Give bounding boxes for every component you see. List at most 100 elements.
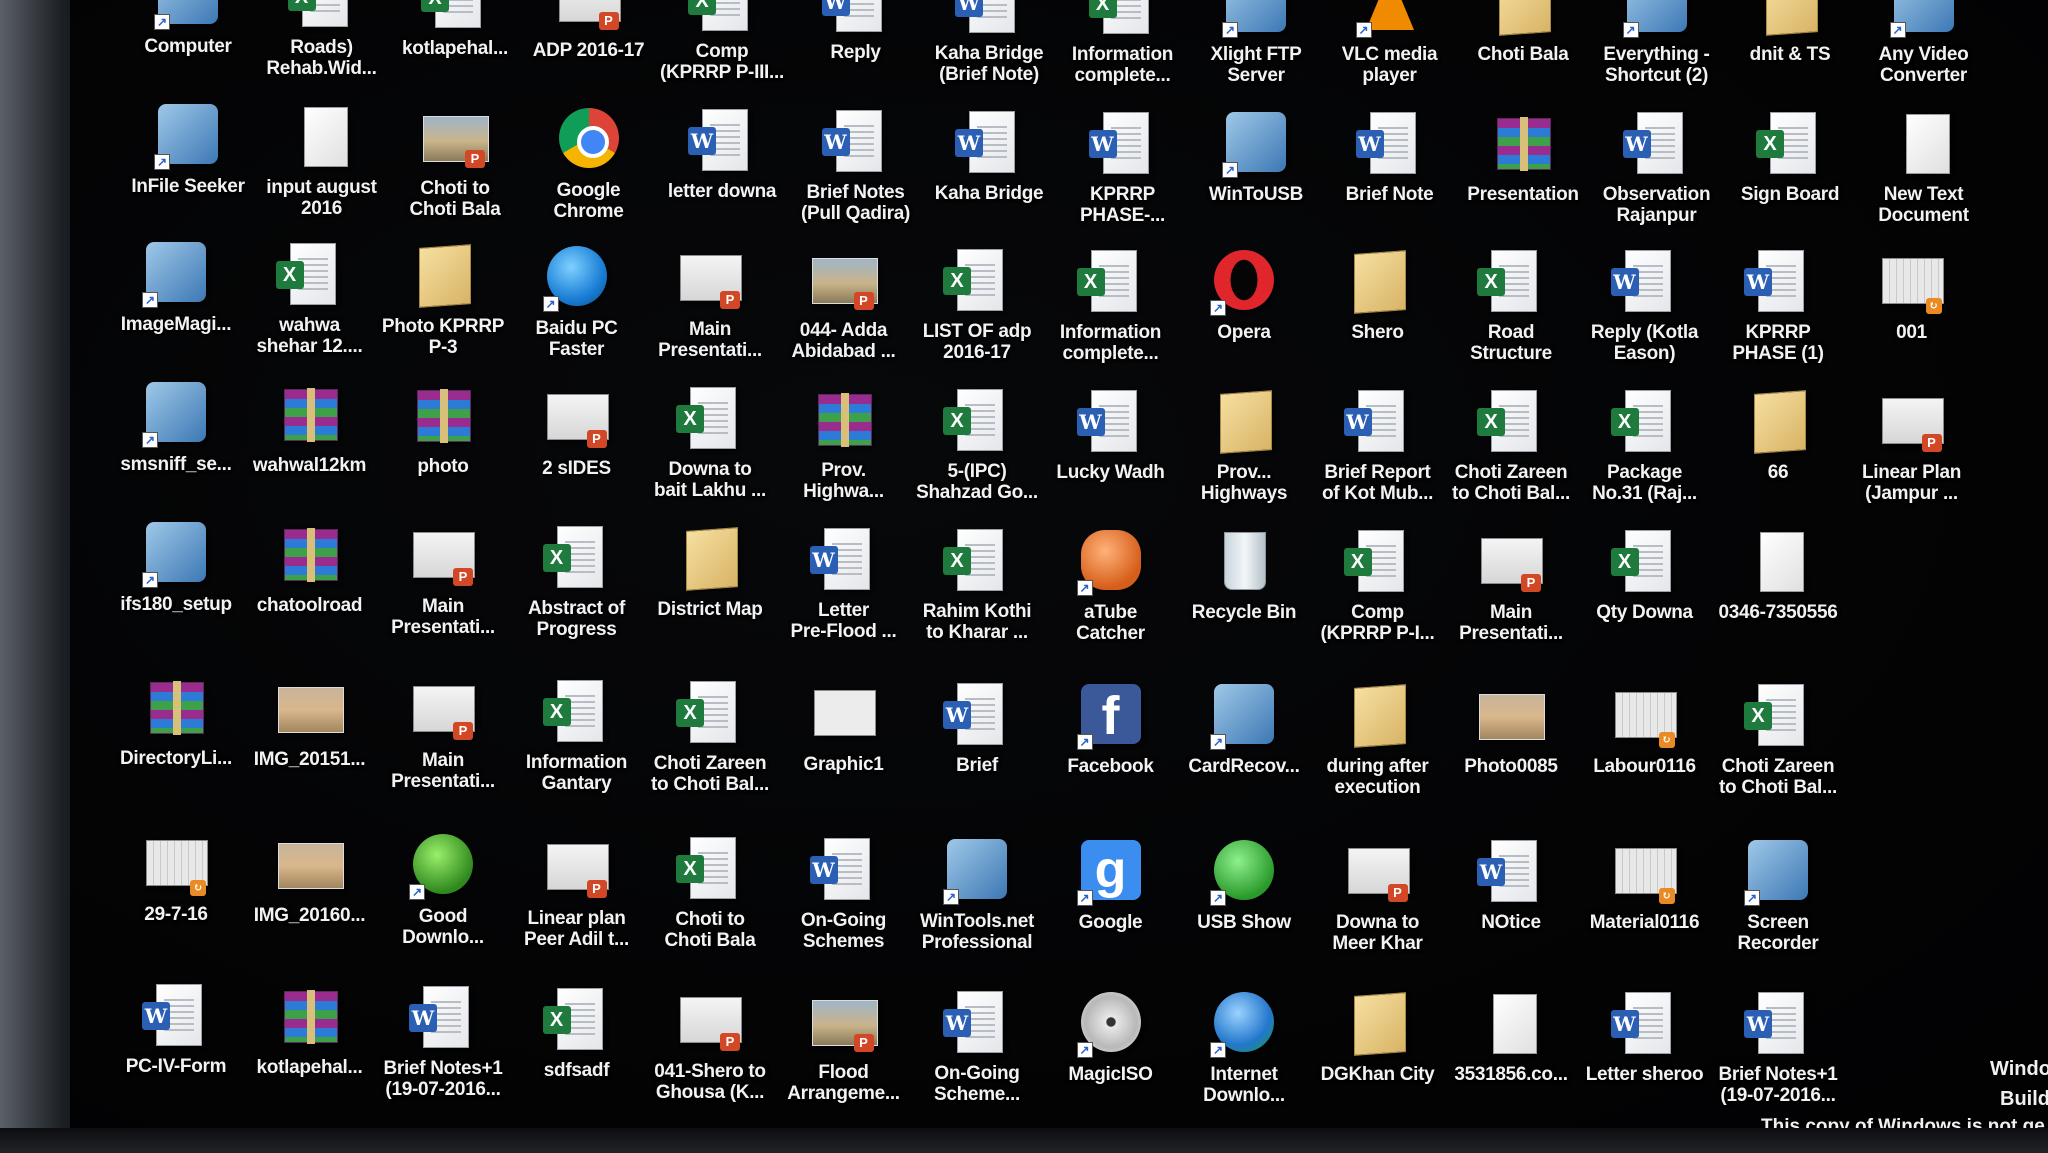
desktop-icon[interactable]: X Information complete...	[1057, 0, 1189, 98]
desktop-icon[interactable]: W Brief Notes+1 (19-07-2016...	[377, 982, 509, 1112]
desktop-icon[interactable]: ↗ WinToUSB	[1190, 108, 1322, 238]
desktop-icon[interactable]: X Choti Zareen to Choti Bal...	[1712, 680, 1844, 810]
desktop-icon[interactable]: ↗ USB Show	[1178, 836, 1310, 966]
desktop-icon[interactable]: X Information complete...	[1045, 246, 1177, 376]
desktop-icon[interactable]: ↗ ImageMagi...	[110, 238, 242, 368]
desktop-icon[interactable]: W On-Going Schemes	[778, 834, 910, 964]
desktop-icon[interactable]: during after execution	[1312, 680, 1444, 810]
desktop-icon[interactable]: W Lucky Wadh	[1045, 386, 1177, 516]
desktop-icon[interactable]: ↗ Screen Recorder	[1712, 836, 1844, 966]
desktop-icon[interactable]: Presentation	[1457, 108, 1589, 238]
desktop-icon[interactable]: ↗ Good Downlo...	[377, 830, 509, 960]
desktop-icon[interactable]: X Comp (KPRRP P-I...	[1312, 526, 1444, 656]
desktop-icon[interactable]: X Package No.31 (Raj...	[1579, 386, 1711, 516]
desktop-icon[interactable]: ↻ 29-7-16	[110, 828, 242, 958]
desktop-icon[interactable]: ↗ Any Video Converter	[1858, 0, 1990, 98]
desktop-icon[interactable]: X Comp (KPRRP P-III...	[656, 0, 788, 95]
desktop-icon[interactable]: g ↗ Google	[1045, 836, 1177, 966]
desktop-icon[interactable]: P 2 sIDES	[511, 382, 643, 512]
desktop-icon[interactable]: Xwahwa shehar 12....	[244, 239, 376, 369]
desktop-icon[interactable]: W Letter Pre-Flood ...	[778, 524, 910, 654]
desktop-icon[interactable]: X Qty Downa	[1579, 526, 1711, 656]
desktop-icon[interactable]: f ↗ Facebook	[1045, 680, 1177, 810]
desktop-icon[interactable]: Xkotlapehal...	[389, 0, 521, 92]
desktop-icon[interactable]: Xsdfsadf	[511, 984, 643, 1114]
desktop-icon[interactable]: X Choti Zareen to Choti Bal...	[1445, 386, 1577, 516]
desktop-icon[interactable]: IMG_20151...	[244, 673, 376, 803]
windows-desktop[interactable]: Windo Build This copy of Windows is not …	[70, 0, 2048, 1140]
desktop-icon[interactable]: 66	[1712, 386, 1844, 516]
desktop-icon[interactable]: P ADP 2016-17	[523, 0, 655, 94]
desktop-icon[interactable]: District Map	[644, 523, 776, 653]
desktop-icon[interactable]: P Downa to Meer Khar	[1312, 836, 1444, 966]
desktop-icon[interactable]: W Brief Notes (Pull Qadira)	[790, 106, 922, 236]
desktop-icon[interactable]: ↗ Computer	[122, 0, 254, 90]
desktop-icon[interactable]: New Text Document	[1858, 108, 1990, 238]
desktop-icon[interactable]: ↗ aTube Catcher	[1045, 526, 1177, 656]
desktop-icon[interactable]: dnit & TS	[1724, 0, 1856, 98]
desktop-icon[interactable]: wahwal12km	[244, 379, 376, 509]
desktop-icon[interactable]: W Reply	[790, 0, 922, 96]
desktop-icon[interactable]: ↗ ifs180_setup	[110, 518, 242, 648]
desktop-icon[interactable]: P Main Presentati...	[1445, 526, 1577, 656]
desktop-icon[interactable]: Photo KPRRP P-3	[377, 240, 509, 370]
desktop-icon[interactable]: Prov. Highwa...	[778, 384, 910, 514]
desktop-icon[interactable]: W NOtice	[1445, 836, 1577, 966]
desktop-icon[interactable]: Graphic1	[778, 678, 910, 808]
desktop-icon[interactable]: ↗ VLC media player	[1324, 0, 1456, 98]
desktop-icon[interactable]: P Main Presentati...	[644, 243, 776, 373]
desktop-icon[interactable]: W Kaha Bridge (Brief Note)	[923, 0, 1055, 97]
desktop-icon[interactable]: X Sign Board	[1724, 108, 1856, 238]
desktop-icon[interactable]: P Linear plan Peer Adil t...	[511, 832, 643, 962]
desktop-icon[interactable]: W PC-IV-Form	[110, 980, 242, 1110]
desktop-icon[interactable]: P Linear Plan (Jampur ...	[1846, 386, 1978, 516]
desktop-icon[interactable]: kotlapehal...	[244, 981, 376, 1111]
desktop-icon[interactable]: DGKhan City	[1312, 988, 1444, 1118]
desktop-icon[interactable]: ↗ Xlight FTP Server	[1190, 0, 1322, 98]
desktop-icon[interactable]: X 5-(IPC) Shahzad Go...	[911, 385, 1043, 515]
desktop-icon[interactable]: ↗ Opera	[1178, 246, 1310, 376]
desktop-icon[interactable]: 0346-7350556	[1712, 526, 1844, 656]
desktop-icon[interactable]: P Main Presentati...	[377, 674, 509, 804]
desktop-icon[interactable]: P 041-Shero to Ghousa (K...	[644, 985, 776, 1115]
desktop-icon[interactable]: W Brief Note	[1324, 108, 1456, 238]
desktop-icon[interactable]: W Brief Notes+1 (19-07-2016...	[1712, 988, 1844, 1118]
desktop-icon[interactable]: W Observation Rajanpur	[1591, 108, 1723, 238]
desktop-icon[interactable]: X Choti to Choti Bala	[644, 833, 776, 963]
desktop-icon[interactable]: X Abstract of Progress	[511, 522, 643, 652]
desktop-icon[interactable]: ↗ Everything - Shortcut (2)	[1591, 0, 1723, 98]
desktop-icon[interactable]: W Letter sheroo	[1579, 988, 1711, 1118]
desktop-icon[interactable]: Choti Bala	[1457, 0, 1589, 98]
desktop-icon[interactable]: ↗ InFile Seeker	[122, 100, 254, 230]
desktop-icon[interactable]: X Choti Zareen to Choti Bal...	[644, 677, 776, 807]
desktop-icon[interactable]: ↗ Internet Downlo...	[1178, 988, 1310, 1118]
desktop-icon[interactable]: Prov... Highways	[1178, 386, 1310, 516]
desktop-icon[interactable]: X Rahim Kothi to Kharar ...	[911, 525, 1043, 655]
desktop-icon[interactable]: W On-Going Scheme...	[911, 987, 1043, 1117]
desktop-icon[interactable]: W KPRRP PHASE (1)	[1712, 246, 1844, 376]
desktop-icon[interactable]: ↗ MagicISO	[1045, 988, 1177, 1118]
desktop-icon[interactable]: Google Chrome	[523, 104, 655, 234]
desktop-icon[interactable]: W Brief	[911, 679, 1043, 809]
desktop-icon[interactable]: Photo0085	[1445, 680, 1577, 810]
desktop-icon[interactable]: W Kaha Bridge	[923, 107, 1055, 237]
desktop-icon[interactable]: X Road Structure	[1445, 246, 1577, 376]
desktop-icon[interactable]: IMG_20160...	[244, 829, 376, 959]
desktop-icon[interactable]: ↻ Material0116	[1579, 836, 1711, 966]
desktop-icon[interactable]: ↗ smsniff_se...	[110, 378, 242, 508]
desktop-icon[interactable]: photo	[377, 380, 509, 510]
desktop-icon[interactable]: 3531856.co...	[1445, 988, 1577, 1118]
desktop-icon[interactable]: X Roads) Rehab.Wid...	[256, 0, 388, 91]
desktop-icon[interactable]: ↗ Baidu PC Faster	[511, 242, 643, 372]
desktop-icon[interactable]: P Main Presentati...	[377, 520, 509, 650]
desktop-icon[interactable]: DirectoryLi...	[110, 672, 242, 802]
desktop-icon[interactable]: P Flood Arrangeme...	[778, 986, 910, 1116]
desktop-icon[interactable]: ↗ WinTools.net Professional	[911, 835, 1043, 965]
desktop-icon[interactable]: chatoolroad	[244, 519, 376, 649]
desktop-icon[interactable]: X LIST OF adp 2016-17	[911, 245, 1043, 375]
desktop-icon[interactable]: Shero	[1312, 246, 1444, 376]
desktop-icon[interactable]: W Brief Report of Kot Mub...	[1312, 386, 1444, 516]
desktop-icon[interactable]: ↻ Labour0116	[1579, 680, 1711, 810]
desktop-icon[interactable]: Recycle Bin	[1178, 526, 1310, 656]
desktop-icon[interactable]: ↻ 001	[1846, 246, 1978, 376]
